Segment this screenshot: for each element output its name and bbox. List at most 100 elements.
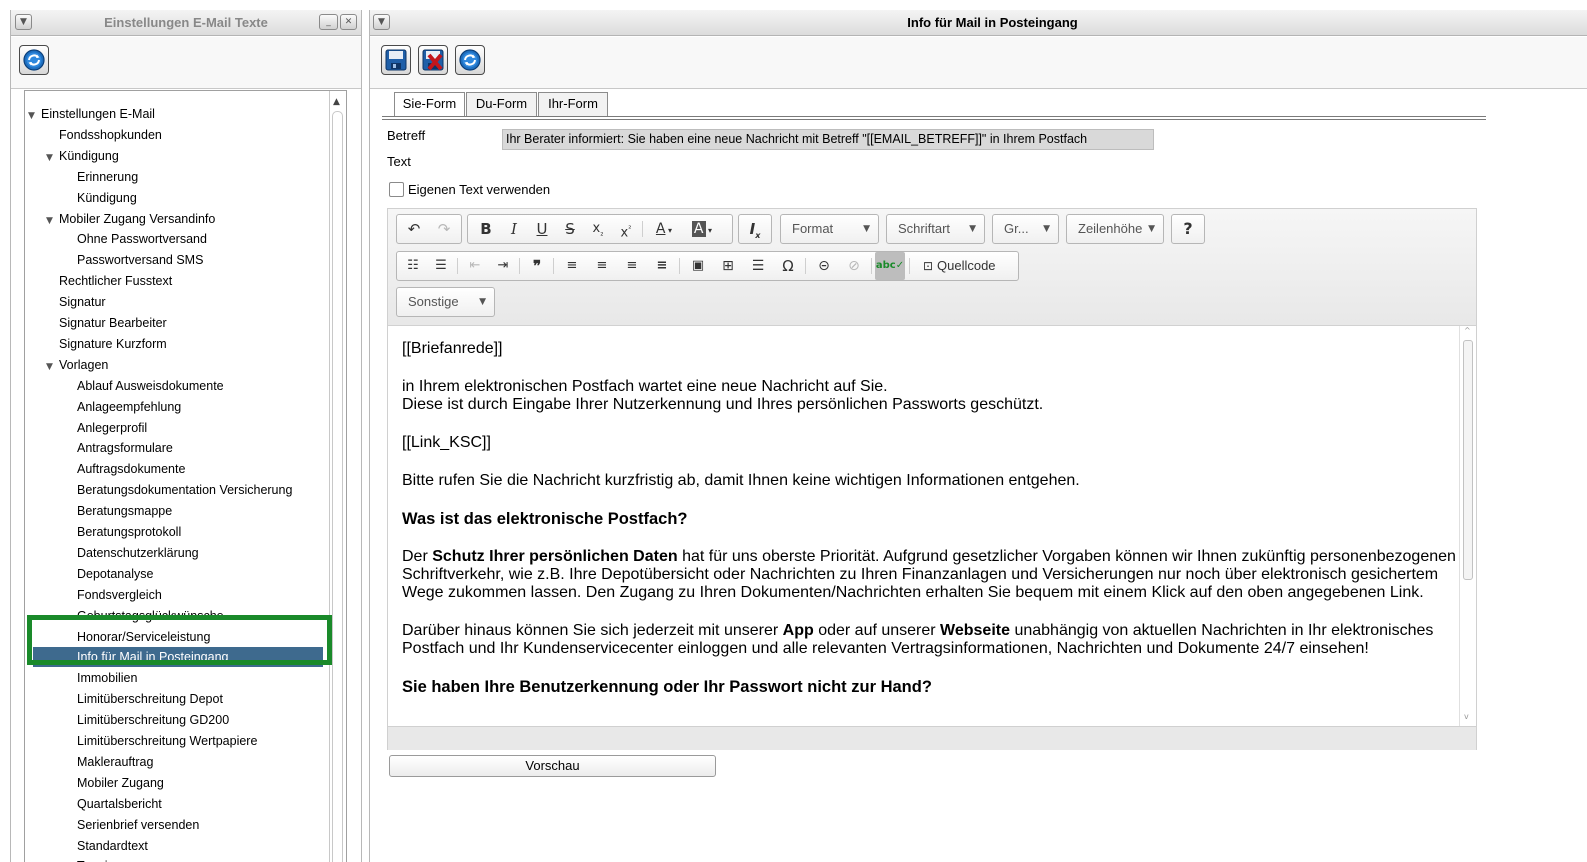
scroll-up-icon[interactable]: ▲ (333, 97, 340, 107)
tree-scrollbar[interactable]: ▲ (329, 91, 346, 862)
unlink-icon[interactable]: ⊘ (839, 252, 869, 280)
help-icon[interactable]: ? (1174, 215, 1202, 243)
superscript-icon[interactable]: x² (612, 215, 640, 243)
clear-format-icon[interactable]: Ix (741, 215, 769, 243)
editor-scroll-thumb[interactable] (1463, 340, 1473, 580)
collapse-menu-icon[interactable]: ▼ (15, 14, 32, 30)
tree-item[interactable]: Signature Kurzform (25, 334, 325, 354)
spellcheck-icon[interactable]: abc✓ (875, 252, 905, 280)
special-char-icon[interactable]: Ω (773, 252, 803, 280)
underline-icon[interactable]: U (528, 215, 556, 243)
tree-item[interactable]: Beratungsdokumentation Versicherung (25, 480, 325, 500)
scroll-down-icon[interactable]: v (1464, 712, 1469, 721)
text-color-icon[interactable]: A ▾ (646, 215, 682, 243)
indent-icon[interactable]: ⇥ (489, 252, 517, 280)
tree-item[interactable]: Mobiler Zugang (25, 773, 325, 793)
expand-toggle-icon[interactable]: ▼ (46, 357, 56, 377)
horizontal-line-icon[interactable]: ☰ (743, 252, 773, 280)
tree-item[interactable]: Beratungsprotokoll (25, 522, 325, 542)
link-icon[interactable]: ⊝ (809, 252, 839, 280)
tree-item[interactable]: Signatur Bearbeiter (25, 313, 325, 333)
table-icon[interactable]: ⊞ (713, 252, 743, 280)
tree-item[interactable]: ▼ Kündigung (25, 146, 325, 166)
app-bold: App (782, 622, 814, 639)
tree-item[interactable]: Ohne Passwortversand (25, 229, 325, 249)
tree-item[interactable]: Erinnerung (25, 167, 325, 187)
tree-item[interactable]: Passwortversand SMS (25, 250, 325, 270)
tree-item[interactable]: Standardtext (25, 836, 325, 856)
refresh-button[interactable] (19, 45, 49, 75)
tree-item[interactable]: ▼ Einstellungen E-Mail (25, 104, 325, 124)
tree-item[interactable]: Fondsshopkunden (25, 125, 325, 145)
refresh-button[interactable] (455, 45, 485, 75)
collapse-menu-icon[interactable]: ▼ (373, 14, 390, 30)
tree-item[interactable]: Terminwarnung (25, 856, 325, 862)
redo-icon[interactable]: ↷ (429, 215, 459, 243)
preview-button[interactable]: Vorschau (389, 755, 716, 777)
bullet-list-icon[interactable]: ☰ (427, 252, 455, 280)
source-code-button[interactable]: Quellcode (937, 252, 1017, 280)
close-icon[interactable]: ✕ (340, 14, 357, 30)
betreff-input[interactable]: Ihr Berater informiert: Sie haben eine n… (502, 129, 1154, 150)
tree-item[interactable]: Auftragsdokumente (25, 459, 325, 479)
tree-item[interactable]: Maklerauftrag (25, 752, 325, 772)
discard-button[interactable] (418, 45, 448, 75)
tree-item[interactable]: Immobilien (25, 668, 325, 688)
tree-item[interactable]: Geburtstagsglückwünsche (25, 606, 325, 626)
align-left-icon[interactable]: ≡ (557, 252, 587, 280)
editor-scrollbar[interactable]: ^ v (1459, 326, 1476, 726)
other-dropdown[interactable]: Sonstige ▼ (396, 287, 495, 317)
tree-item[interactable]: Quartalsbericht (25, 794, 325, 814)
align-right-icon[interactable]: ≡ (617, 252, 647, 280)
subscript-icon[interactable]: x₂ (584, 215, 612, 243)
minimize-icon[interactable]: _ (319, 14, 338, 30)
tree-item[interactable]: Kündigung (25, 188, 325, 208)
numbered-list-icon[interactable]: ☷ (399, 252, 427, 280)
undo-icon[interactable]: ↶ (399, 215, 429, 243)
tab-du-form[interactable]: Du-Form (466, 92, 537, 116)
tree-item[interactable]: ▼ Vorlagen (25, 355, 325, 375)
tree-item[interactable]: Datenschutzerklärung (25, 543, 325, 563)
size-dropdown[interactable]: Gr... ▼ (992, 214, 1059, 244)
tree-item[interactable]: Limitüberschreitung GD200 (25, 710, 325, 730)
image-icon[interactable]: ▣ (683, 252, 713, 280)
editor-content[interactable]: [[Briefanrede]] in Ihrem elektronischen … (388, 326, 1476, 726)
expand-toggle-icon[interactable]: ▼ (46, 148, 56, 168)
scroll-up-icon[interactable]: ^ (1464, 326, 1471, 335)
tree-item[interactable]: Ablauf Ausweisdokumente (25, 376, 325, 396)
tree-item[interactable]: Rechtlicher Fusstext (25, 271, 325, 291)
tree-item[interactable]: Anlegerprofil (25, 418, 325, 438)
tree-item[interactable]: Fondsvergleich (25, 585, 325, 605)
font-dropdown[interactable]: Schriftart ▼ (886, 214, 985, 244)
tab-ihr-form[interactable]: Ihr-Form (538, 92, 608, 116)
editor-text[interactable]: [[Briefanrede]] in Ihrem elektronischen … (402, 340, 1462, 716)
tree-item[interactable]: Limitüberschreitung Depot (25, 689, 325, 709)
tab-sie-form[interactable]: Sie-Form (394, 92, 465, 116)
tree-item[interactable]: Serienbrief versenden (25, 815, 325, 835)
tree-item[interactable]: Beratungsmappe (25, 501, 325, 521)
outdent-icon[interactable]: ⇤ (461, 252, 489, 280)
bold-icon[interactable]: B (472, 215, 500, 243)
background-color-icon[interactable]: A ▾ (684, 215, 720, 243)
tree-item-selected[interactable]: Info für Mail in Posteingang (33, 647, 323, 668)
tree-item[interactable]: Limitüberschreitung Wertpapiere (25, 731, 325, 751)
align-center-icon[interactable]: ≡ (587, 252, 617, 280)
expand-toggle-icon[interactable]: ▼ (28, 106, 38, 126)
tree-item[interactable]: ▼ Mobiler Zugang Versandinfo (25, 209, 325, 229)
scroll-thumb[interactable] (332, 111, 343, 862)
strikethrough-icon[interactable]: S (556, 215, 584, 243)
source-code-icon[interactable]: ⊡ (917, 252, 939, 280)
tree-item[interactable]: Antragsformulare (25, 438, 325, 458)
italic-icon[interactable]: I (500, 215, 528, 243)
tree-item[interactable]: Anlageempfehlung (25, 397, 325, 417)
save-button[interactable] (381, 45, 411, 75)
expand-toggle-icon[interactable]: ▼ (46, 211, 56, 231)
format-dropdown[interactable]: Format ▼ (780, 214, 879, 244)
own-text-checkbox[interactable] (389, 182, 404, 197)
tree-item[interactable]: Depotanalyse (25, 564, 325, 584)
tree-item[interactable]: Signatur (25, 292, 325, 312)
blockquote-icon[interactable]: ❞ (523, 252, 551, 280)
align-justify-icon[interactable]: ≡ (647, 252, 677, 280)
tree-item[interactable]: Honorar/Serviceleistung (25, 627, 325, 647)
line-height-dropdown[interactable]: Zeilenhöhe ▼ (1066, 214, 1164, 244)
